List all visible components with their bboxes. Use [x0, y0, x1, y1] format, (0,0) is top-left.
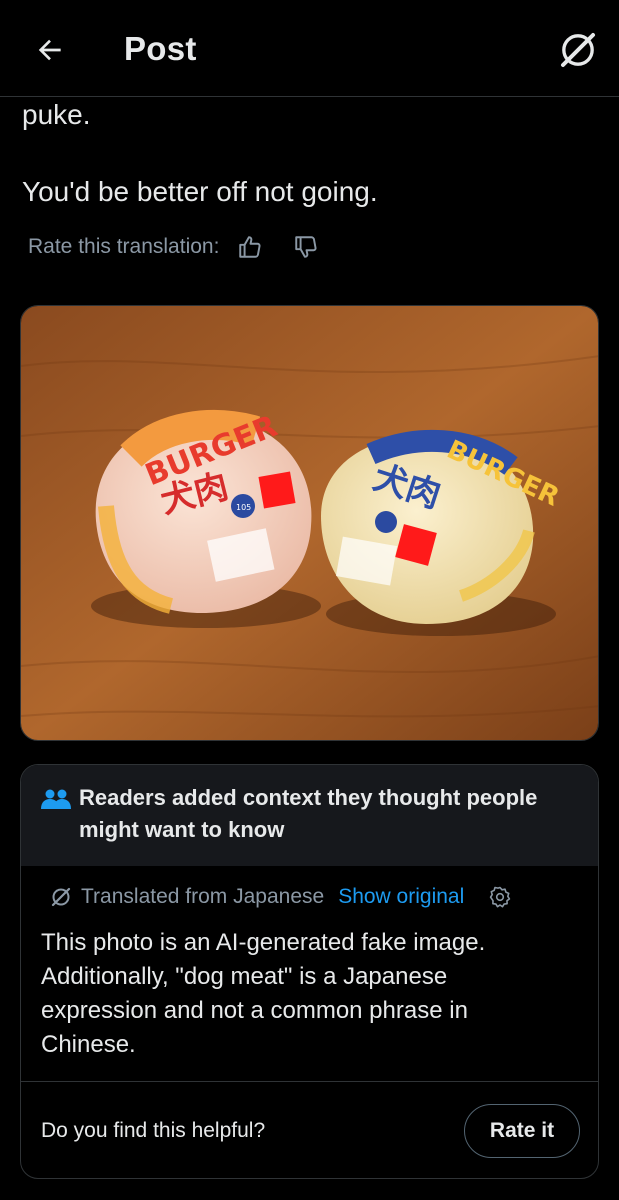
- community-note-header: Readers added context they thought peopl…: [21, 765, 598, 866]
- rate-it-button[interactable]: Rate it: [464, 1104, 580, 1158]
- arrow-left-icon: [38, 39, 61, 61]
- page-title: Post: [124, 30, 197, 67]
- show-original-link[interactable]: Show original: [338, 885, 464, 909]
- burger-left: BURGER 犬肉 105: [95, 409, 312, 614]
- community-note: Readers added context they thought peopl…: [20, 764, 599, 1179]
- post-photo[interactable]: BURGER 犬肉 105 BURGER 犬肉: [20, 305, 599, 741]
- translate-icon: [51, 887, 71, 907]
- community-note-text: This photo is an AI-generated fake image…: [41, 929, 486, 1058]
- thumbs-down-icon[interactable]: [293, 234, 319, 260]
- people-icon: [41, 789, 71, 809]
- translate-icon: [561, 33, 595, 67]
- gear-icon[interactable]: [488, 885, 512, 909]
- translated-from-label: Translated from Japanese: [81, 885, 325, 908]
- translate-button[interactable]: [556, 28, 600, 72]
- translation-row: Translated from Japanese Show original: [49, 882, 578, 912]
- svg-text:105: 105: [236, 503, 251, 512]
- back-button[interactable]: [30, 30, 70, 70]
- rate-translation-row: Rate this translation:: [28, 232, 319, 262]
- community-note-title: Readers added context they thought peopl…: [79, 785, 538, 842]
- thumbs-up-icon[interactable]: [237, 234, 263, 260]
- post-text-line: puke.: [22, 99, 91, 130]
- helpful-question: Do you find this helpful?: [41, 1119, 266, 1142]
- helpful-row: Do you find this helpful? Rate it: [21, 1082, 598, 1178]
- post-text-line: You'd be better off not going.: [22, 176, 378, 207]
- rate-translation-label: Rate this translation:: [28, 235, 220, 258]
- top-bar: Post: [0, 0, 619, 97]
